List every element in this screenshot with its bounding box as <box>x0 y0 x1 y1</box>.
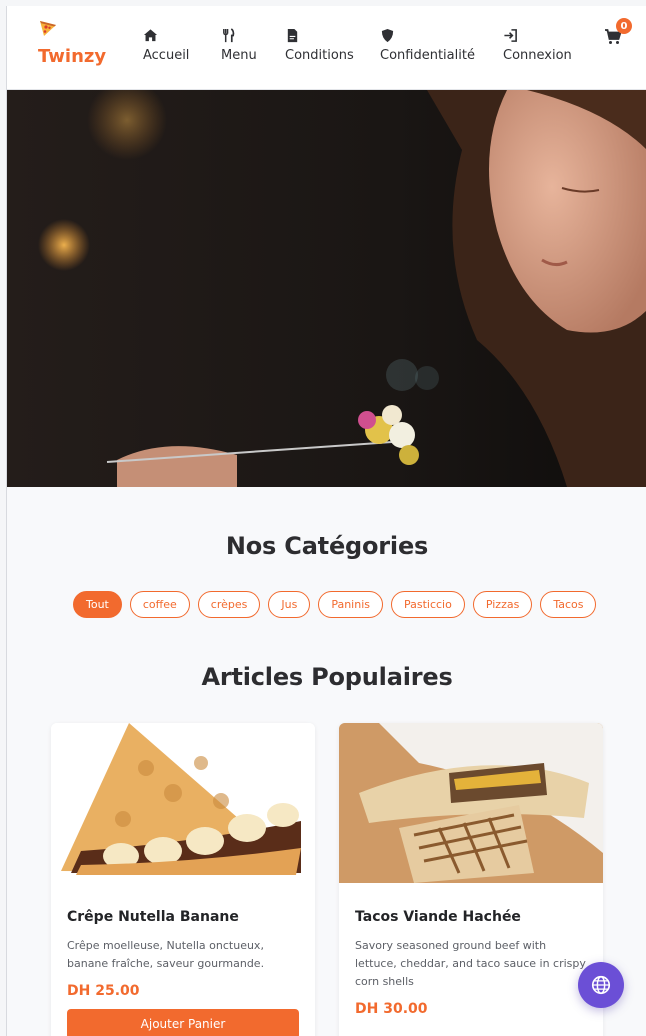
product-image <box>51 723 315 883</box>
category-chip-crepes[interactable]: crèpes <box>197 591 261 618</box>
nav-item-confidentialite[interactable]: Confidentialité <box>380 28 475 63</box>
popular-section: Articles Populaires <box>7 663 646 691</box>
nav-label: Conditions <box>285 48 354 63</box>
shield-icon <box>381 28 394 43</box>
cart-count-badge: 0 <box>616 18 632 34</box>
product-image <box>339 723 603 883</box>
page-frame: Twinzy Accueil Menu Conditions Confident… <box>6 6 646 1036</box>
category-chip-jus[interactable]: Jus <box>268 591 311 618</box>
category-chip-tacos[interactable]: Tacos <box>540 591 597 618</box>
product-price: DH 30.00 <box>355 1001 428 1017</box>
product-name: Tacos Viande Hachée <box>355 909 521 925</box>
nav-label: Connexion <box>503 48 572 63</box>
login-icon <box>504 29 517 42</box>
product-price: DH 25.00 <box>67 983 140 999</box>
nav-label: Accueil <box>143 48 190 63</box>
product-description: Savory seasoned ground beef with lettuce… <box>355 939 586 988</box>
language-fab-button[interactable] <box>578 962 624 1008</box>
product-card[interactable]: Tacos Viande Hachée Savory seasoned grou… <box>339 723 603 1036</box>
nav-label: Confidentialité <box>380 48 475 63</box>
product-name: Crêpe Nutella Banane <box>67 909 239 925</box>
category-chip-pasticcio[interactable]: Pasticcio <box>390 591 465 618</box>
categories-title: Nos Catégories <box>225 532 429 560</box>
home-icon <box>143 29 158 42</box>
nav-item-menu[interactable]: Menu <box>221 28 257 63</box>
category-chip-tout[interactable]: Tout <box>73 591 122 618</box>
nav-item-conditions[interactable]: Conditions <box>285 28 354 63</box>
categories-section: Nos Catégories <box>7 532 646 560</box>
brand-logo[interactable]: Twinzy <box>38 18 108 67</box>
nav-item-connexion[interactable]: Connexion <box>503 28 572 63</box>
popular-title: Articles Populaires <box>201 663 453 691</box>
utensils-icon <box>223 28 235 43</box>
nav-label: Menu <box>221 48 257 63</box>
brand-name: Twinzy <box>38 46 107 67</box>
nav-item-accueil[interactable]: Accueil <box>143 28 189 63</box>
category-chip-pizzas[interactable]: Pizzas <box>472 591 533 618</box>
category-chip-coffee[interactable]: coffee <box>129 591 190 618</box>
category-chip-paninis[interactable]: Paninis <box>318 591 383 618</box>
top-navbar: Twinzy Accueil Menu Conditions Confident… <box>7 6 646 90</box>
add-to-cart-button[interactable]: Ajouter Panier <box>67 1009 299 1036</box>
globe-icon <box>591 975 611 995</box>
product-card[interactable]: Crêpe Nutella Banane Crêpe moelleuse, Nu… <box>51 723 315 1036</box>
document-icon <box>287 28 298 43</box>
product-description: Crêpe moelleuse, Nutella onctueux, banan… <box>67 939 265 970</box>
pizza-icon <box>40 21 56 36</box>
hero-image <box>7 90 646 487</box>
category-chips: Tout coffee crèpes Jus Paninis Pasticcio… <box>73 591 597 618</box>
